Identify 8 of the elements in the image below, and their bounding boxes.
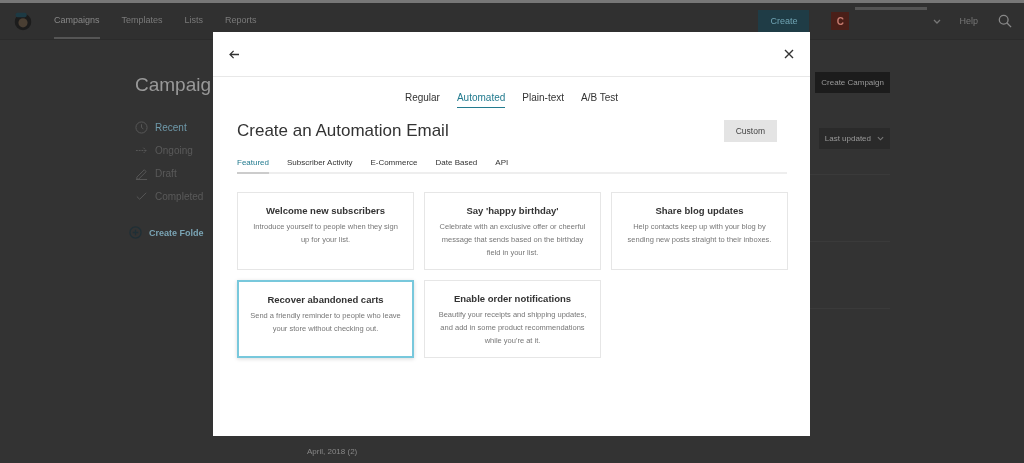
card-title: Recover abandoned carts	[266, 294, 385, 305]
page-title: Campaig	[135, 74, 213, 96]
card-title: Say 'happy birthday'	[465, 205, 560, 216]
card-title: Welcome new subscribers	[264, 205, 387, 216]
card-title: Enable order notifications	[452, 293, 573, 304]
month-heading: April, 2018 (2)	[307, 447, 359, 456]
modal-title: Create an Automation Email	[237, 121, 449, 141]
card-title: Share blog updates	[654, 205, 745, 216]
